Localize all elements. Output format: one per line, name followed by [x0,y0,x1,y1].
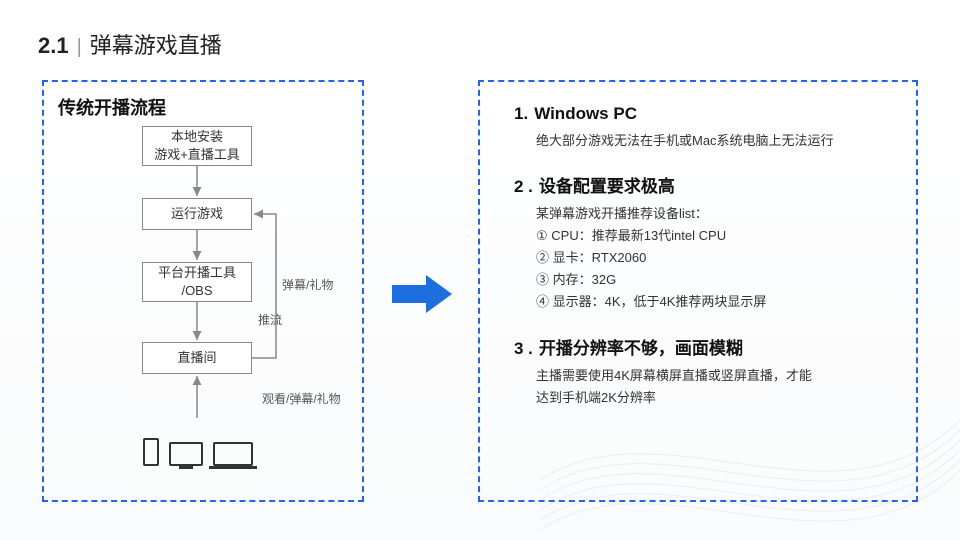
section-title: 弹幕游戏直播 [90,28,222,60]
req-head-1: 1. Windows PC [514,104,888,124]
req-body-2: 某弹幕游戏开播推荐设备list： ① CPU：推荐最新13代intel CPU … [514,203,888,313]
req-idx-3: 3 . [514,339,533,358]
req-body-3: 主播需要使用4K屏幕横屏直播或竖屏直播，才能 达到手机端2K分辨率 [514,365,888,409]
req-item-3: 3 . 开播分辨率不够，画面模糊 主播需要使用4K屏幕横屏直播或竖屏直播，才能 达… [514,334,888,409]
req-body-1: 绝大部分游戏无法在手机或Mac系统电脑上无法运行 [514,130,888,152]
req-head-3: 3 . 开播分辨率不够，画面模糊 [514,334,888,359]
section-heading: 2.1 | 弹幕游戏直播 [38,28,222,60]
panel-traditional-flow: 传统开播流程 本地安装游戏+直播工具 运行游戏 平台开播工具/OBS 直播间 推… [42,80,364,502]
big-arrow-icon [392,275,452,313]
section-divider: | [77,36,82,59]
req-item-1: 1. Windows PC 绝大部分游戏无法在手机或Mac系统电脑上无法运行 [514,104,888,152]
req-line: 某弹幕游戏开播推荐设备list： [536,203,888,225]
req-title-1: Windows PC [534,104,637,123]
req-title-2: 设备配置要求极高 [539,177,675,196]
req-line: 绝大部分游戏无法在手机或Mac系统电脑上无法运行 [536,130,888,152]
req-idx-2: 2 . [514,177,533,196]
slide: 2.1 | 弹幕游戏直播 传统开播流程 本地安装游戏+直播工具 运行游戏 平台开… [0,0,960,540]
flow-diagram: 本地安装游戏+直播工具 运行游戏 平台开播工具/OBS 直播间 推流 弹幕/礼物… [58,126,348,496]
req-line: 达到手机端2K分辨率 [536,387,888,409]
req-line: ① CPU：推荐最新13代intel CPU [536,225,888,247]
req-item-2: 2 . 设备配置要求极高 某弹幕游戏开播推荐设备list： ① CPU：推荐最新1… [514,172,888,313]
req-line: ② 显卡：RTX2060 [536,247,888,269]
req-line: ④ 显示器：4K，低于4K推荐两块显示屏 [536,291,888,313]
req-line: 主播需要使用4K屏幕横屏直播或竖屏直播，才能 [536,365,888,387]
req-idx-1: 1. [514,104,528,123]
panel-left-title: 传统开播流程 [58,94,348,120]
req-head-2: 2 . 设备配置要求极高 [514,172,888,197]
req-title-3: 开播分辨率不够，画面模糊 [539,339,743,358]
flow-arrows [58,126,348,496]
panel-requirements: 1. Windows PC 绝大部分游戏无法在手机或Mac系统电脑上无法运行 2 … [478,80,918,502]
section-number: 2.1 [38,33,69,59]
req-line: ③ 内存：32G [536,269,888,291]
